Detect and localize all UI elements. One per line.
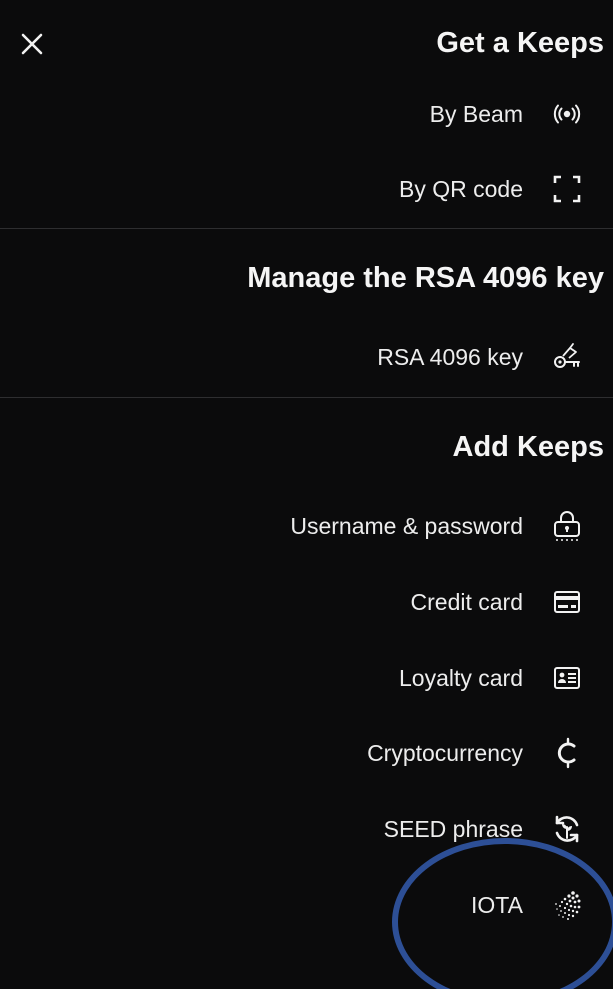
- menu-item-label: Username & password: [290, 512, 523, 539]
- beam-icon: [549, 96, 585, 132]
- add-keeps-menu: Get a Keeps By Beam By QR code Manage th…: [0, 0, 613, 989]
- menu-item-rsa-key[interactable]: RSA 4096 key: [377, 335, 585, 379]
- menu-item-label: Credit card: [410, 588, 523, 615]
- menu-item-iota[interactable]: IOTA: [471, 883, 585, 927]
- cryptocurrency-icon: [549, 735, 585, 771]
- menu-item-by-qr-code[interactable]: By QR code: [399, 167, 585, 211]
- menu-item-label: SEED phrase: [383, 815, 523, 842]
- close-icon: [21, 33, 43, 55]
- seed-phrase-icon: [549, 811, 585, 847]
- divider: [0, 228, 613, 229]
- menu-item-label: Cryptocurrency: [367, 739, 523, 766]
- credit-card-icon: [549, 584, 585, 620]
- menu-item-label: Loyalty card: [398, 664, 523, 691]
- menu-item-by-beam[interactable]: By Beam: [430, 92, 585, 136]
- menu-item-username-password[interactable]: Username & password: [290, 504, 585, 548]
- iota-icon: [549, 887, 585, 923]
- menu-item-credit-card[interactable]: Credit card: [411, 580, 585, 624]
- section-title-manage-rsa: Manage the RSA 4096 key: [247, 262, 604, 294]
- qr-scan-icon: [549, 171, 585, 207]
- menu-item-label: IOTA: [471, 891, 523, 918]
- key-icon: [549, 339, 585, 375]
- menu-item-label: By QR code: [399, 175, 523, 202]
- close-button[interactable]: [16, 28, 48, 60]
- divider: [0, 397, 613, 398]
- menu-item-seed-phrase[interactable]: SEED phrase: [384, 807, 585, 851]
- loyalty-card-icon: [549, 660, 585, 696]
- section-title-get-keeps: Get a Keeps: [436, 27, 604, 59]
- lock-icon: [549, 508, 585, 544]
- menu-item-cryptocurrency[interactable]: Cryptocurrency: [367, 731, 585, 775]
- menu-item-loyalty-card[interactable]: Loyalty card: [399, 656, 585, 700]
- section-title-add-keeps: Add Keeps: [452, 431, 604, 463]
- menu-item-label: RSA 4096 key: [377, 343, 523, 370]
- menu-item-label: By Beam: [429, 100, 523, 127]
